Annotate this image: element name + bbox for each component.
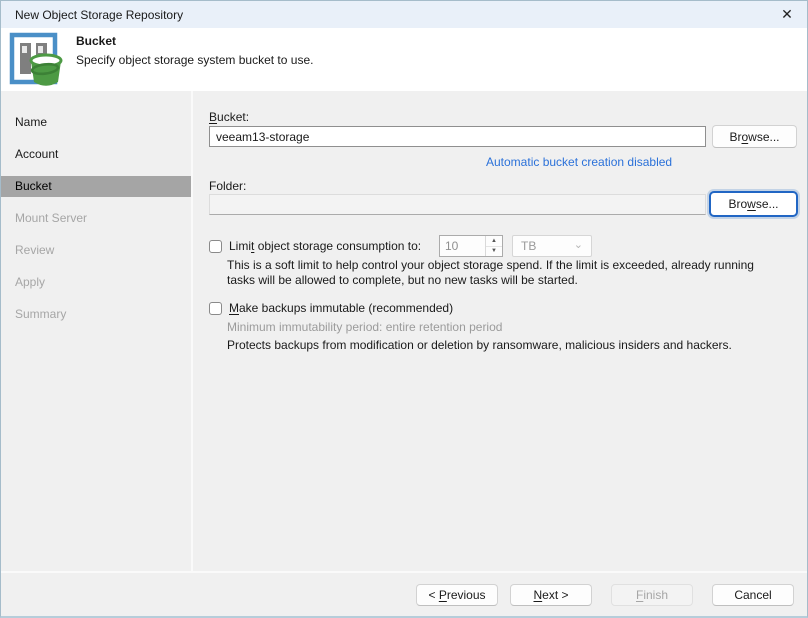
chevron-down-icon: ⌄ <box>574 238 583 251</box>
immutable-checkbox[interactable] <box>209 302 222 315</box>
sidebar-item-review: Review <box>1 240 191 261</box>
bucket-input[interactable] <box>209 126 706 147</box>
immutable-period-note: Minimum immutability period: entire rete… <box>227 320 787 335</box>
next-button[interactable]: Next > <box>510 584 592 606</box>
limit-consumption-label: Limit object storage consumption to: <box>229 239 421 253</box>
sidebar-item-apply: Apply <box>1 272 191 293</box>
sidebar-item-mount-server: Mount Server <box>1 208 191 229</box>
wizard-body: Name Account Bucket Mount Server Review … <box>1 91 807 571</box>
spinner-up-icon[interactable]: ▲ <box>486 236 502 247</box>
step-subtitle: Specify object storage system bucket to … <box>76 53 313 67</box>
bucket-browse-button[interactable]: Browse... <box>712 125 797 148</box>
bucket-label: Bucket: <box>209 110 249 124</box>
limit-amount-value: 10 <box>440 236 485 256</box>
immutable-row: Make backups immutable (recommended) <box>209 301 453 315</box>
folder-input[interactable] <box>209 194 706 215</box>
finish-button: Finish <box>611 584 693 606</box>
sidebar-item-summary: Summary <box>1 304 191 325</box>
cancel-button[interactable]: Cancel <box>712 584 794 606</box>
new-object-storage-repository-dialog: New Object Storage Repository ✕ Bucket S… <box>0 0 808 618</box>
sidebar-item-bucket[interactable]: Bucket <box>1 176 191 197</box>
sidebar-item-name[interactable]: Name <box>1 112 191 133</box>
limit-unit-dropdown[interactable]: TB ⌄ <box>512 235 592 257</box>
sidebar-item-account[interactable]: Account <box>1 144 191 165</box>
close-icon[interactable]: ✕ <box>767 1 807 28</box>
limit-amount-spinner[interactable]: 10 ▲ ▼ <box>439 235 503 257</box>
object-storage-bucket-icon <box>9 32 65 90</box>
wizard-steps-sidebar: Name Account Bucket Mount Server Review … <box>1 91 193 571</box>
spinner-down-icon[interactable]: ▼ <box>486 247 502 257</box>
limit-consumption-row: Limit object storage consumption to: <box>209 239 421 253</box>
folder-label: Folder: <box>209 179 246 193</box>
folder-browse-button[interactable]: Browse... <box>709 191 798 217</box>
step-title: Bucket <box>76 34 313 48</box>
previous-button[interactable]: < Previous <box>416 584 498 606</box>
limit-unit-value: TB <box>521 239 536 253</box>
bucket-creation-note: Automatic bucket creation disabled <box>486 155 672 169</box>
immutable-label: Make backups immutable (recommended) <box>229 301 453 315</box>
wizard-footer: < Previous Next > Finish Cancel <box>1 571 807 616</box>
titlebar: New Object Storage Repository ✕ <box>1 1 807 28</box>
window-title: New Object Storage Repository <box>15 8 767 22</box>
step-content: Bucket: Browse... Automatic bucket creat… <box>195 91 807 571</box>
limit-description: This is a soft limit to help control you… <box>227 258 779 288</box>
limit-consumption-checkbox[interactable] <box>209 240 222 253</box>
immutable-description: Protects backups from modification or de… <box>227 338 787 353</box>
wizard-header: Bucket Specify object storage system buc… <box>1 28 807 91</box>
